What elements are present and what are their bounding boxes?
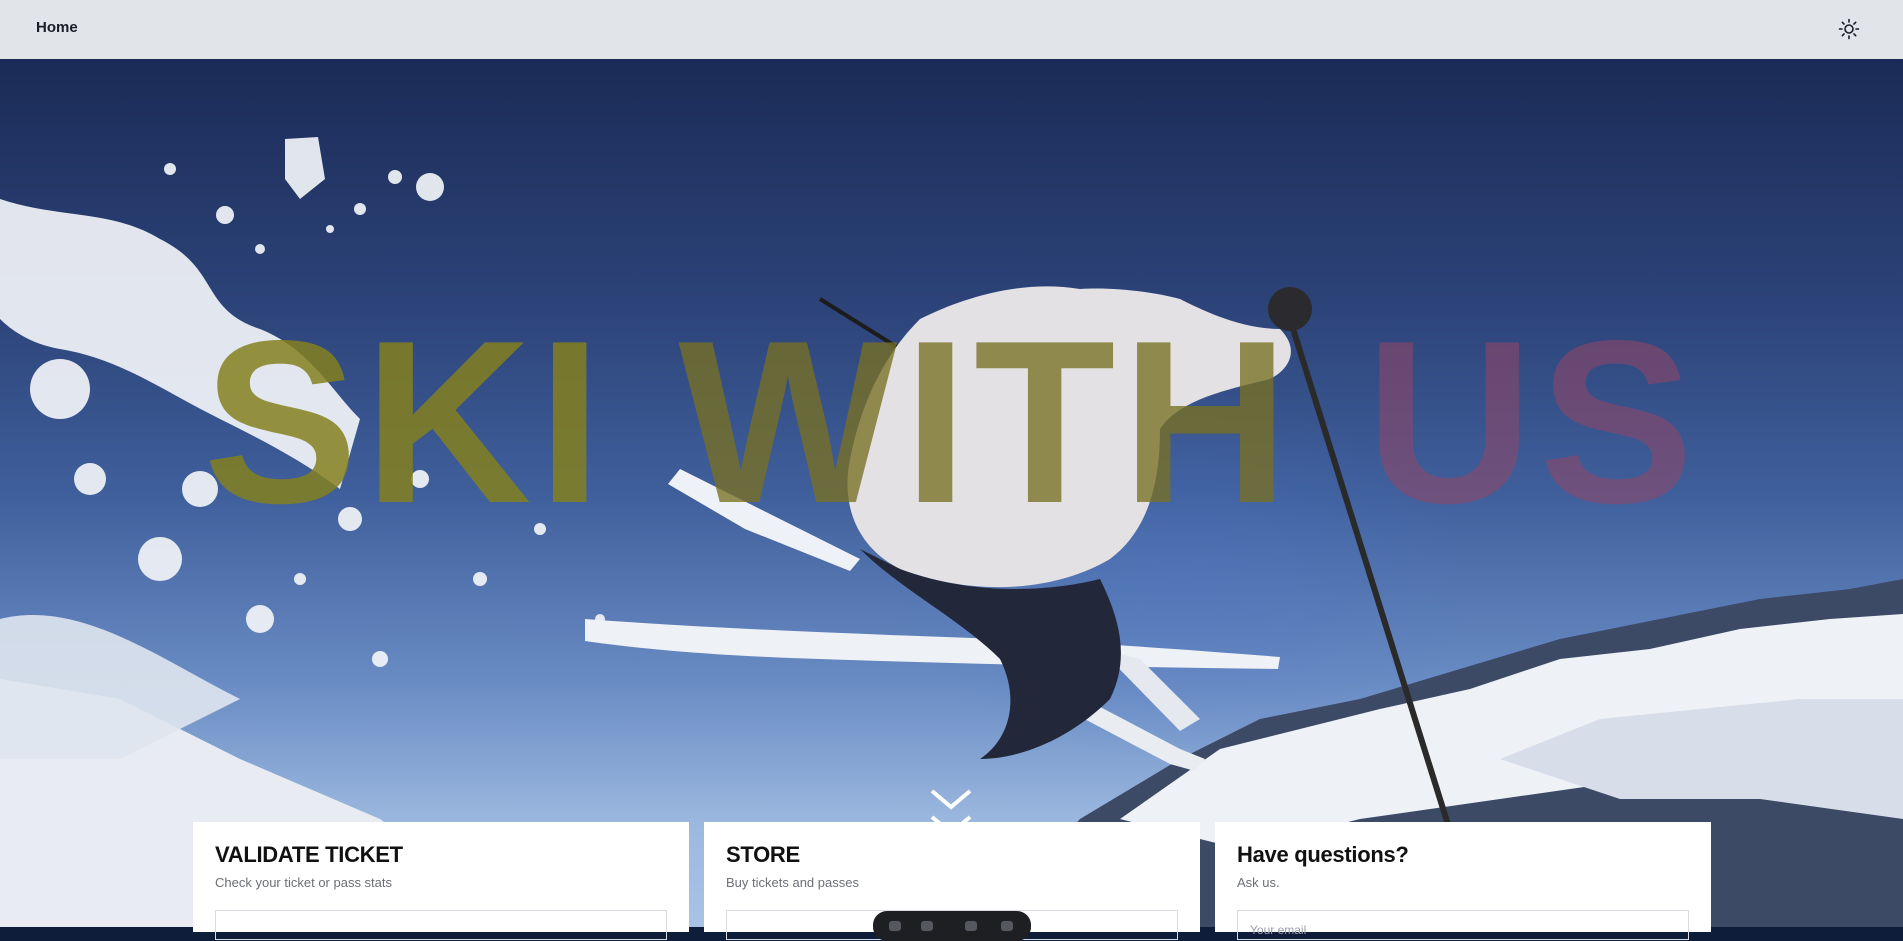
card-subtitle: Ask us. (1237, 875, 1280, 890)
ticket-number-field[interactable] (215, 910, 667, 940)
hero-headline: SKI WITH US (0, 307, 1903, 539)
card-title: Have questions? (1237, 842, 1409, 867)
card-title: VALIDATE TICKET (215, 842, 403, 867)
card-subtitle: Buy tickets and passes (726, 875, 859, 890)
microphone-icon[interactable] (889, 921, 901, 931)
sun-icon[interactable] (1838, 18, 1860, 40)
card-title: STORE (726, 842, 800, 867)
headline-word-with: WITH (678, 293, 1296, 552)
validate-ticket-card: VALIDATE TICKET Check your ticket or pas… (193, 822, 689, 940)
nav-home-link[interactable]: Home (36, 19, 78, 36)
email-field[interactable]: Your email (1237, 910, 1689, 940)
headline-word-ski: SKI (203, 293, 608, 552)
headline-word-us: US (1365, 293, 1700, 552)
top-navigation-bar: Home (0, 0, 1903, 59)
floating-toolbar[interactable] (873, 911, 1031, 941)
tag-icon[interactable] (921, 921, 933, 931)
card-subtitle: Check your ticket or pass stats (215, 875, 393, 890)
hero-section: SKI WITH US (0, 59, 1903, 927)
menu-icon[interactable] (965, 921, 977, 931)
clipboard-icon[interactable] (1001, 921, 1013, 931)
questions-card: Have questions? Ask us. Your email (1215, 822, 1711, 940)
